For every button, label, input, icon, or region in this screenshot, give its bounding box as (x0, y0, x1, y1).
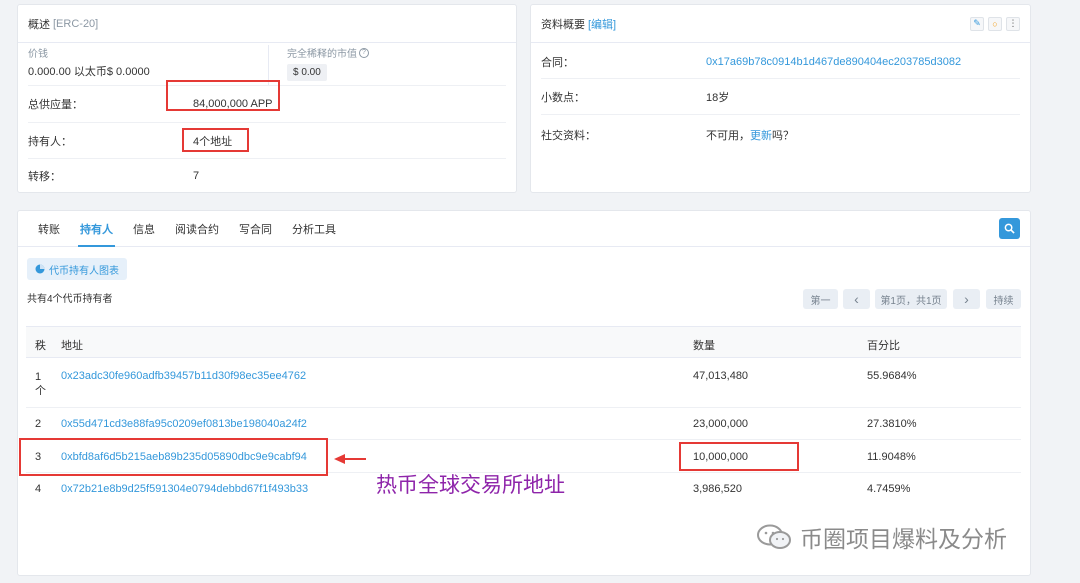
row-quantity: 47,013,480 (693, 370, 749, 382)
search-button[interactable] (999, 218, 1020, 239)
highlight-box-supply (166, 80, 280, 111)
row-percent: 4.7459% (867, 483, 911, 495)
tab-holders[interactable]: 持有人 (70, 211, 123, 247)
row-rank: 4 (35, 483, 42, 495)
price-label: 价钱 (28, 49, 48, 60)
row-percent: 11.9048% (867, 451, 916, 463)
holders-label: 持有人： (28, 135, 72, 148)
decimals-label: 小数点： (541, 91, 585, 104)
tab-write-contract[interactable]: 写合同 (229, 211, 282, 246)
table-row: 2 0x55d471cd3e88fa95c0209ef0813be198040a… (26, 408, 1021, 440)
price-block: 价钱 0.000.00 以太币$ 0.0000 (28, 45, 268, 79)
row-rank: 2 (35, 418, 42, 430)
row-percent: 27.3810% (867, 418, 917, 430)
search-icon (1004, 223, 1015, 234)
tab-bar: 转账 持有人 信息 阅读合约 写合同 分析工具 (18, 211, 1030, 247)
row-percent: 55.9684% (867, 370, 917, 382)
decimals-row: 小数点： 18岁 (541, 79, 1020, 115)
pager-page-indicator: 第1页，共1页 (875, 289, 947, 309)
col-rank: 秩 (35, 340, 46, 352)
social-suffix: 吗？ (772, 130, 794, 142)
row-quantity: 3,986,520 (693, 483, 742, 495)
pager-prev-button[interactable]: ‹ (843, 289, 870, 309)
highlight-box-address (19, 438, 328, 476)
token-standard-tag: [ERC-20] (53, 17, 99, 30)
profile-title: 资料概要 (541, 18, 585, 31)
update-link[interactable]: 更新 (750, 130, 772, 142)
contract-row: 合同： 0x17a69b78c0914b1d467de890404ec20378… (541, 45, 1020, 79)
social-label: 社交资料： (541, 130, 596, 142)
pie-chart-icon (35, 264, 45, 274)
col-quantity: 数量 (693, 340, 715, 352)
holder-chart-label: 代币持有人图表 (49, 265, 119, 277)
highlight-box-quantity (679, 442, 799, 471)
profile-card: 资料概要 [编辑] ✎ ○ ⋮ 合同： 0x17a69b78c0914b1d46… (530, 4, 1031, 193)
contract-address-link[interactable]: 0x17a69b78c0914b1d467de890404ec203785d30… (706, 56, 961, 68)
tab-read-contract[interactable]: 阅读合约 (165, 211, 229, 246)
more-icon[interactable]: ⋮ (1006, 16, 1020, 31)
social-prefix: 不可用， (706, 130, 750, 142)
transfers-value: 7 (193, 170, 200, 182)
edit-link[interactable]: [编辑] (588, 16, 616, 32)
holders-row: 持有人： 4个地址 (28, 123, 506, 159)
transfers-label: 转移： (28, 171, 61, 183)
annotation-text: 热币全球交易所地址 (376, 473, 565, 497)
highlight-box-holders (182, 128, 249, 152)
row-address-link[interactable]: 0x55d471cd3e88fa95c0209ef0813be198040a24… (61, 418, 307, 430)
watermark-text: 币圈项目爆料及分析 (800, 527, 1007, 553)
transfers-row: 转移： 7 (28, 159, 506, 193)
wand-icon[interactable]: ✎ (970, 16, 984, 31)
divider (268, 45, 269, 85)
wechat-icon (757, 524, 791, 549)
question-icon[interactable]: ? (359, 47, 369, 58)
table-row: 1 个 0x23adc30fe960adfb39457b11d30f98ec35… (26, 358, 1021, 408)
row-quantity: 23,000,000 (693, 418, 749, 430)
contract-label: 合同： (541, 56, 574, 69)
tab-info[interactable]: 信息 (123, 211, 165, 246)
watermark: 币圈项目爆料及分析 (756, 520, 1007, 554)
market-cap-label: 完全稀释的市值 (287, 49, 357, 60)
row-rank: 1 个 (35, 371, 46, 397)
col-percent: 百分比 (867, 340, 900, 352)
market-cap-block: 完全稀释的市值 ? $ 0.00 (287, 45, 369, 81)
col-address: 地址 (61, 340, 83, 352)
pager-last-button[interactable]: 持续 (986, 289, 1021, 309)
overview-header: 概述 [ERC-20] (18, 5, 516, 43)
row-address-link[interactable]: 0x72b21e8b9d25f591304e0794debbd67f1f493b… (61, 483, 308, 495)
overview-title: 概述 (28, 18, 50, 31)
profile-header: 资料概要 [编辑] ✎ ○ ⋮ (531, 5, 1030, 43)
social-row: 社交资料： 不可用，更新吗？ (541, 115, 1020, 155)
holder-chart-button[interactable]: 代币持有人图表 (27, 258, 127, 280)
tab-transfers[interactable]: 转账 (28, 211, 70, 246)
decimals-value: 18岁 (706, 91, 730, 104)
price-value: 0.000.00 以太币$ 0.0000 (28, 66, 150, 78)
row-address-link[interactable]: 0x23adc30fe960adfb39457b11d30f98ec35ee47… (61, 370, 306, 382)
arrow-icon (334, 454, 366, 464)
pager-first-button[interactable]: 第一 (803, 289, 838, 309)
holders-summary: 共有4个代币持有者 (27, 294, 113, 305)
circle-icon[interactable]: ○ (988, 16, 1002, 31)
market-cap-value: $ 0.00 (287, 64, 327, 81)
tab-analytics[interactable]: 分析工具 (282, 211, 346, 246)
table-header: 秩 地址 数量 百分比 (26, 326, 1021, 358)
pager-next-button[interactable]: › (953, 289, 980, 309)
